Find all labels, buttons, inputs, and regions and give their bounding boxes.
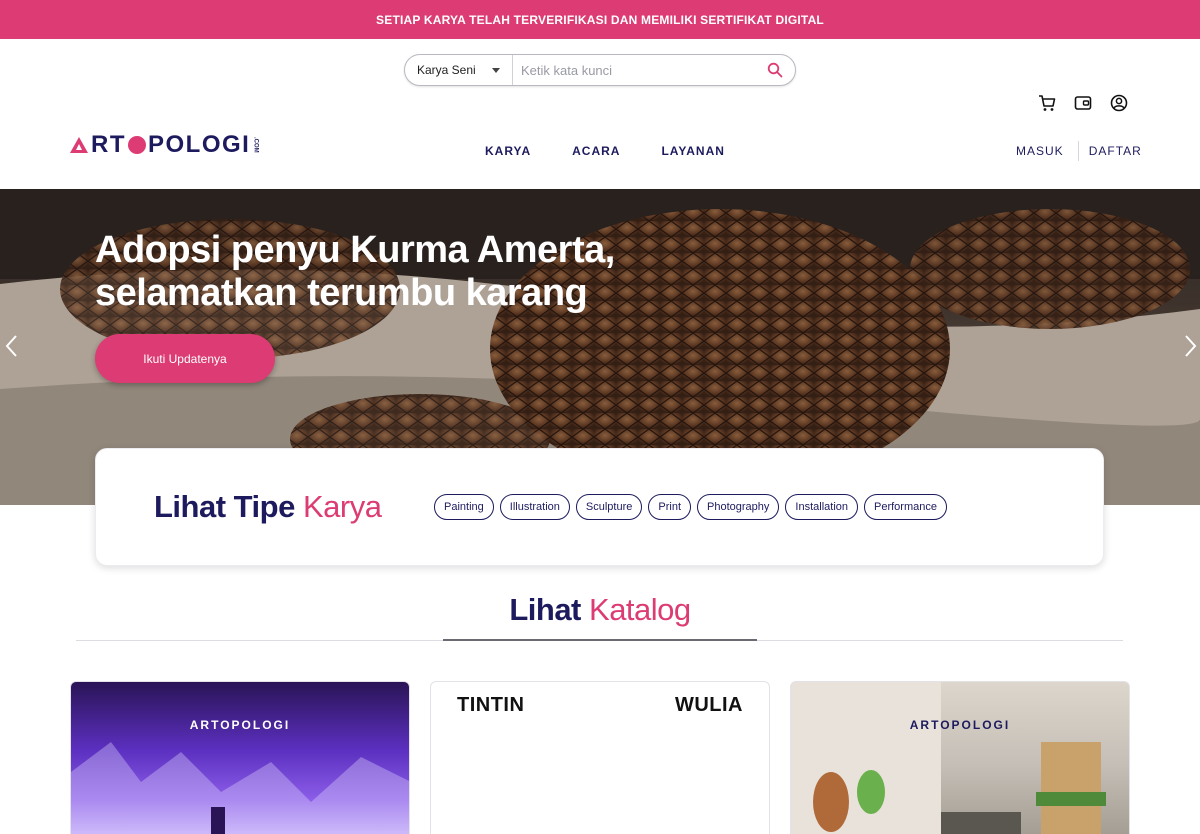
chip-painting[interactable]: Painting xyxy=(434,494,494,520)
logo-wordmark: RT POLOGI xyxy=(91,131,250,159)
logo-text-a: RT xyxy=(91,131,126,158)
types-heading-dark: Lihat Tipe xyxy=(154,489,295,524)
account-icon[interactable] xyxy=(1110,94,1128,112)
hero-title-line1: Adopsi penyu Kurma Amerta, xyxy=(95,229,615,271)
card-artist-right: WULIA xyxy=(674,694,743,716)
auth-divider xyxy=(1077,141,1079,161)
catalog-heading: Lihat Katalog xyxy=(0,592,1200,628)
logo-dot xyxy=(128,136,146,154)
catalog-card[interactable]: ARTOPOLOGI xyxy=(790,681,1130,834)
chip-performance[interactable]: Performance xyxy=(864,494,947,520)
nav-item-layanan[interactable]: LAYANAN xyxy=(661,144,724,158)
logo-triangle xyxy=(70,137,88,153)
types-heading: Lihat Tipe Karya xyxy=(154,489,382,525)
hero-title: Adopsi penyu Kurma Amerta, selamatkan te… xyxy=(95,229,615,315)
search-icon xyxy=(767,62,783,78)
login-link[interactable]: MASUK xyxy=(1016,144,1064,158)
artwork-types-panel: Lihat Tipe Karya Painting Illustration S… xyxy=(95,448,1104,566)
chip-sculpture[interactable]: Sculpture xyxy=(575,494,643,520)
chip-photography[interactable]: Photography xyxy=(697,494,780,520)
card-image xyxy=(791,682,1106,834)
logo-suffix: .COM xyxy=(252,137,259,153)
auth-links: MASUK DAFTAR xyxy=(1016,141,1142,161)
logo-text-b: POLOGI xyxy=(148,131,251,158)
catalog-heading-dark: Lihat xyxy=(509,592,581,627)
chevron-right-icon[interactable] xyxy=(1180,334,1200,358)
search-bar: Karya Seni Ketik kata kunci xyxy=(404,54,796,86)
catalog-card[interactable]: ARTOPOLOGI xyxy=(70,681,410,834)
register-link[interactable]: DAFTAR xyxy=(1089,144,1142,158)
card-artist-left: TINTIN xyxy=(457,694,525,716)
type-chips: Painting Illustration Sculpture Print Ph… xyxy=(434,494,947,520)
nav-item-acara[interactable]: ACARA xyxy=(572,144,620,158)
nav-item-karya[interactable]: KARYA xyxy=(485,144,531,158)
site-logo[interactable]: RT POLOGI .COM xyxy=(70,131,259,159)
card-logo: ARTOPOLOGI xyxy=(909,718,1011,732)
wallet-icon[interactable] xyxy=(1074,94,1092,112)
cart-icon[interactable] xyxy=(1038,94,1056,112)
hero-title-line2: selamatkan terumbu karang xyxy=(95,272,588,314)
chip-installation[interactable]: Installation xyxy=(785,494,858,520)
announcement-text: SETIAP KARYA TELAH TERVERIFIKASI DAN MEM… xyxy=(376,12,824,27)
card-image xyxy=(71,742,409,834)
chevron-left-icon[interactable] xyxy=(2,334,22,358)
header-icons xyxy=(1038,94,1128,112)
main-nav: KARYA ACARA LAYANAN xyxy=(485,144,725,158)
search-category-label: Karya Seni xyxy=(417,63,476,77)
catalog-card[interactable]: TINTIN WULIA xyxy=(430,681,770,834)
search-button[interactable] xyxy=(755,55,795,85)
chip-print[interactable]: Print xyxy=(648,494,692,520)
search-input[interactable]: Ketik kata kunci xyxy=(513,55,755,85)
chevron-down-icon xyxy=(492,67,500,73)
search-category-select[interactable]: Karya Seni xyxy=(405,55,513,85)
catalog-tab-indicator xyxy=(443,639,757,641)
chip-illustration[interactable]: Illustration xyxy=(499,494,570,520)
catalog-heading-pink: Katalog xyxy=(589,592,691,627)
hero-cta-button[interactable]: Ikuti Updatenya xyxy=(95,334,275,383)
types-heading-pink: Karya xyxy=(302,489,382,524)
announcement-bar: SETIAP KARYA TELAH TERVERIFIKASI DAN MEM… xyxy=(0,0,1200,39)
